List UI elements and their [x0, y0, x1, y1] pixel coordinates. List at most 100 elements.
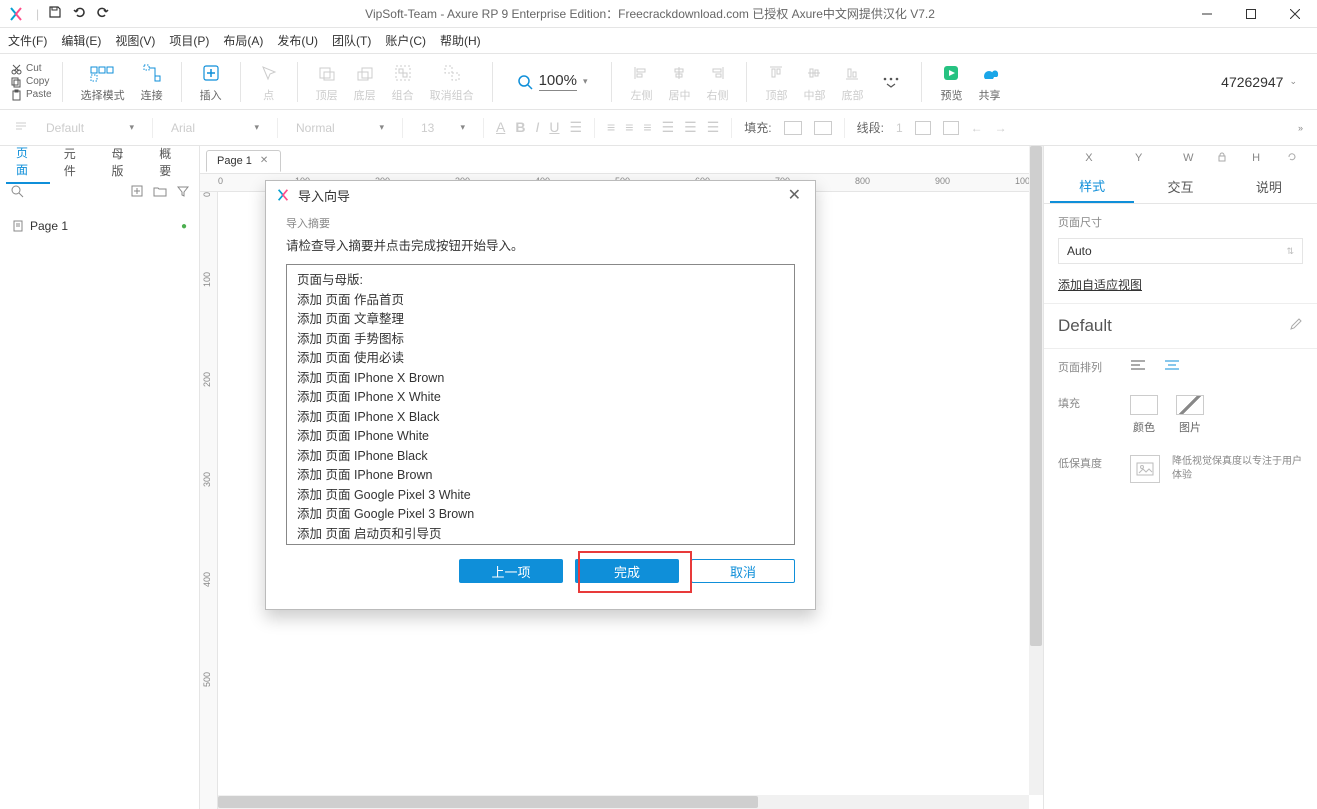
ribbon-toolbar: Cut Copy Paste 选择模式 连接 插入 点 顶层 底层 组合 取消组… — [0, 54, 1317, 110]
fidelity-label: 低保真度 — [1058, 455, 1118, 471]
import-list-item: 添加 页面 作品首页 — [297, 291, 784, 311]
dialog-close-button[interactable]: ✕ — [782, 183, 807, 207]
page-size-select[interactable]: Auto ⇅ — [1058, 238, 1303, 264]
chevron-down-icon: ⌄ — [1289, 76, 1297, 87]
valign-top-icon[interactable]: ☰ — [662, 119, 675, 136]
lock-icon[interactable] — [1217, 152, 1227, 165]
tab-notes[interactable]: 说明 — [1227, 171, 1311, 202]
align-right-icon[interactable]: ≡ — [643, 119, 651, 136]
insert-button[interactable]: 插入 — [200, 61, 222, 103]
import-list-item: 添加 页面 IPhone X Black — [297, 408, 784, 428]
menu-file[interactable]: 文件(F) — [8, 32, 47, 49]
close-tab-icon[interactable]: ✕ — [260, 155, 268, 166]
style-preset-dropdown[interactable]: Default▾ — [40, 119, 140, 137]
tab-outline[interactable]: 概要 — [149, 141, 193, 183]
dialog-subtitle: 导入摘要 — [286, 215, 795, 231]
fill-image-swatch[interactable] — [1176, 395, 1204, 415]
filter-icon[interactable] — [177, 185, 189, 200]
import-list-item: 添加 页面 文章整理 — [297, 310, 784, 330]
copy-button[interactable]: Copy — [10, 76, 52, 88]
share-button[interactable]: 共享 — [978, 61, 1000, 103]
tab-style[interactable]: 样式 — [1050, 170, 1134, 203]
menu-project[interactable]: 项目(P) — [169, 32, 209, 49]
line-dash[interactable] — [943, 121, 959, 135]
ruler-vertical: 0 100 200 300 400 500 — [200, 192, 218, 809]
fill-pattern[interactable] — [814, 121, 832, 135]
tab-interaction[interactable]: 交互 — [1138, 171, 1222, 202]
valign-mid-icon[interactable]: ☰ — [684, 119, 697, 136]
import-list-item: 添加 页面 IPhone Black — [297, 447, 784, 467]
adaptive-view-link[interactable]: 添加自适应视图 — [1058, 276, 1303, 293]
page-tree-label: Page 1 — [30, 219, 68, 233]
font-weight-dropdown[interactable]: Normal▾ — [290, 119, 390, 137]
font-dropdown[interactable]: Arial▾ — [165, 119, 265, 137]
scrollbar-vertical[interactable] — [1029, 146, 1043, 795]
preview-button[interactable]: 预览 — [940, 61, 962, 103]
page-align-center[interactable] — [1164, 359, 1180, 374]
cancel-button[interactable]: 取消 — [691, 559, 795, 583]
menu-publish[interactable]: 发布(U) — [277, 32, 318, 49]
text-color-icon[interactable]: A — [496, 119, 505, 136]
italic-icon[interactable]: I — [535, 119, 539, 136]
dialog-title: 导入向导 — [298, 186, 350, 205]
group-button: 组合 — [392, 61, 414, 103]
add-folder-icon[interactable] — [153, 185, 167, 200]
account-button[interactable]: 47262947 ⌄ — [1221, 74, 1297, 90]
valign-bot-icon[interactable]: ☰ — [707, 119, 720, 136]
menu-account[interactable]: 账户(C) — [385, 32, 426, 49]
arrow-right[interactable]: → — [995, 121, 1007, 135]
right-panel: X Y W H 样式 交互 说明 页面尺寸 Auto ⇅ 添加自适应视图 Def… — [1043, 146, 1317, 809]
arrow-left[interactable]: ← — [971, 121, 983, 135]
underline-icon[interactable]: U — [549, 119, 559, 136]
import-summary-list[interactable]: 页面与母版:添加 页面 作品首页添加 页面 文章整理添加 页面 手势图标添加 页… — [286, 264, 795, 545]
style-preset-icon — [14, 119, 28, 136]
import-list-item: 添加 页面 使用必读 — [297, 349, 784, 369]
cut-button[interactable]: Cut — [10, 63, 52, 75]
menu-edit[interactable]: 编辑(E) — [61, 32, 101, 49]
maximize-button[interactable] — [1229, 0, 1273, 28]
select-mode-button[interactable]: 选择模式 — [81, 61, 125, 103]
finish-button[interactable]: 完成 — [575, 559, 679, 583]
rotate-icon[interactable] — [1287, 152, 1297, 165]
font-size-dropdown[interactable]: 13▾ — [415, 119, 471, 137]
fidelity-placeholder[interactable] — [1130, 455, 1160, 483]
search-icon — [517, 74, 533, 90]
paste-button[interactable]: Paste — [10, 89, 52, 101]
search-icon[interactable] — [10, 184, 24, 201]
menu-view[interactable]: 视图(V) — [115, 32, 155, 49]
prev-button[interactable]: 上一项 — [459, 559, 563, 583]
fill-label: 填充: — [744, 119, 771, 136]
fill-color-swatch[interactable] — [1130, 395, 1158, 415]
align-right-button: 右侧 — [706, 61, 728, 103]
minimize-button[interactable] — [1185, 0, 1229, 28]
zoom-control[interactable]: 100% ▾ — [517, 72, 588, 91]
fill-swatch[interactable] — [784, 121, 802, 135]
menu-help[interactable]: 帮助(H) — [440, 32, 481, 49]
tab-widgets[interactable]: 元件 — [54, 141, 98, 183]
close-button[interactable] — [1273, 0, 1317, 28]
import-list-item: 添加 页面 启动页和引导页 — [297, 525, 784, 545]
save-icon[interactable] — [43, 5, 67, 22]
page-align-left[interactable] — [1130, 359, 1146, 374]
edit-icon[interactable] — [1289, 316, 1303, 336]
stylebar-overflow-icon[interactable]: » — [1298, 123, 1303, 133]
menu-team[interactable]: 团队(T) — [332, 32, 371, 49]
tab-masters[interactable]: 母版 — [102, 141, 146, 183]
align-center-icon[interactable]: ≡ — [625, 119, 633, 136]
redo-icon[interactable] — [91, 5, 115, 22]
bold-icon[interactable]: B — [515, 119, 525, 136]
align-left-icon[interactable]: ≡ — [607, 119, 615, 136]
page-tree-item[interactable]: Page 1 ● — [10, 216, 189, 236]
scrollbar-horizontal[interactable] — [218, 795, 1029, 809]
ribbon-overflow-button[interactable] — [881, 76, 901, 88]
add-page-icon[interactable] — [131, 185, 143, 200]
undo-icon[interactable] — [67, 5, 91, 22]
menu-layout[interactable]: 布局(A) — [223, 32, 263, 49]
canvas-tab[interactable]: Page 1 ✕ — [206, 150, 281, 172]
default-style-header[interactable]: Default — [1044, 303, 1317, 349]
title-bar: | VipSoft-Team - Axure RP 9 Enterprise E… — [0, 0, 1317, 28]
connect-button[interactable]: 连接 — [141, 61, 163, 103]
list-icon[interactable]: ☰ — [569, 119, 582, 136]
line-style[interactable] — [915, 121, 931, 135]
line-width[interactable]: 1 — [896, 121, 903, 135]
